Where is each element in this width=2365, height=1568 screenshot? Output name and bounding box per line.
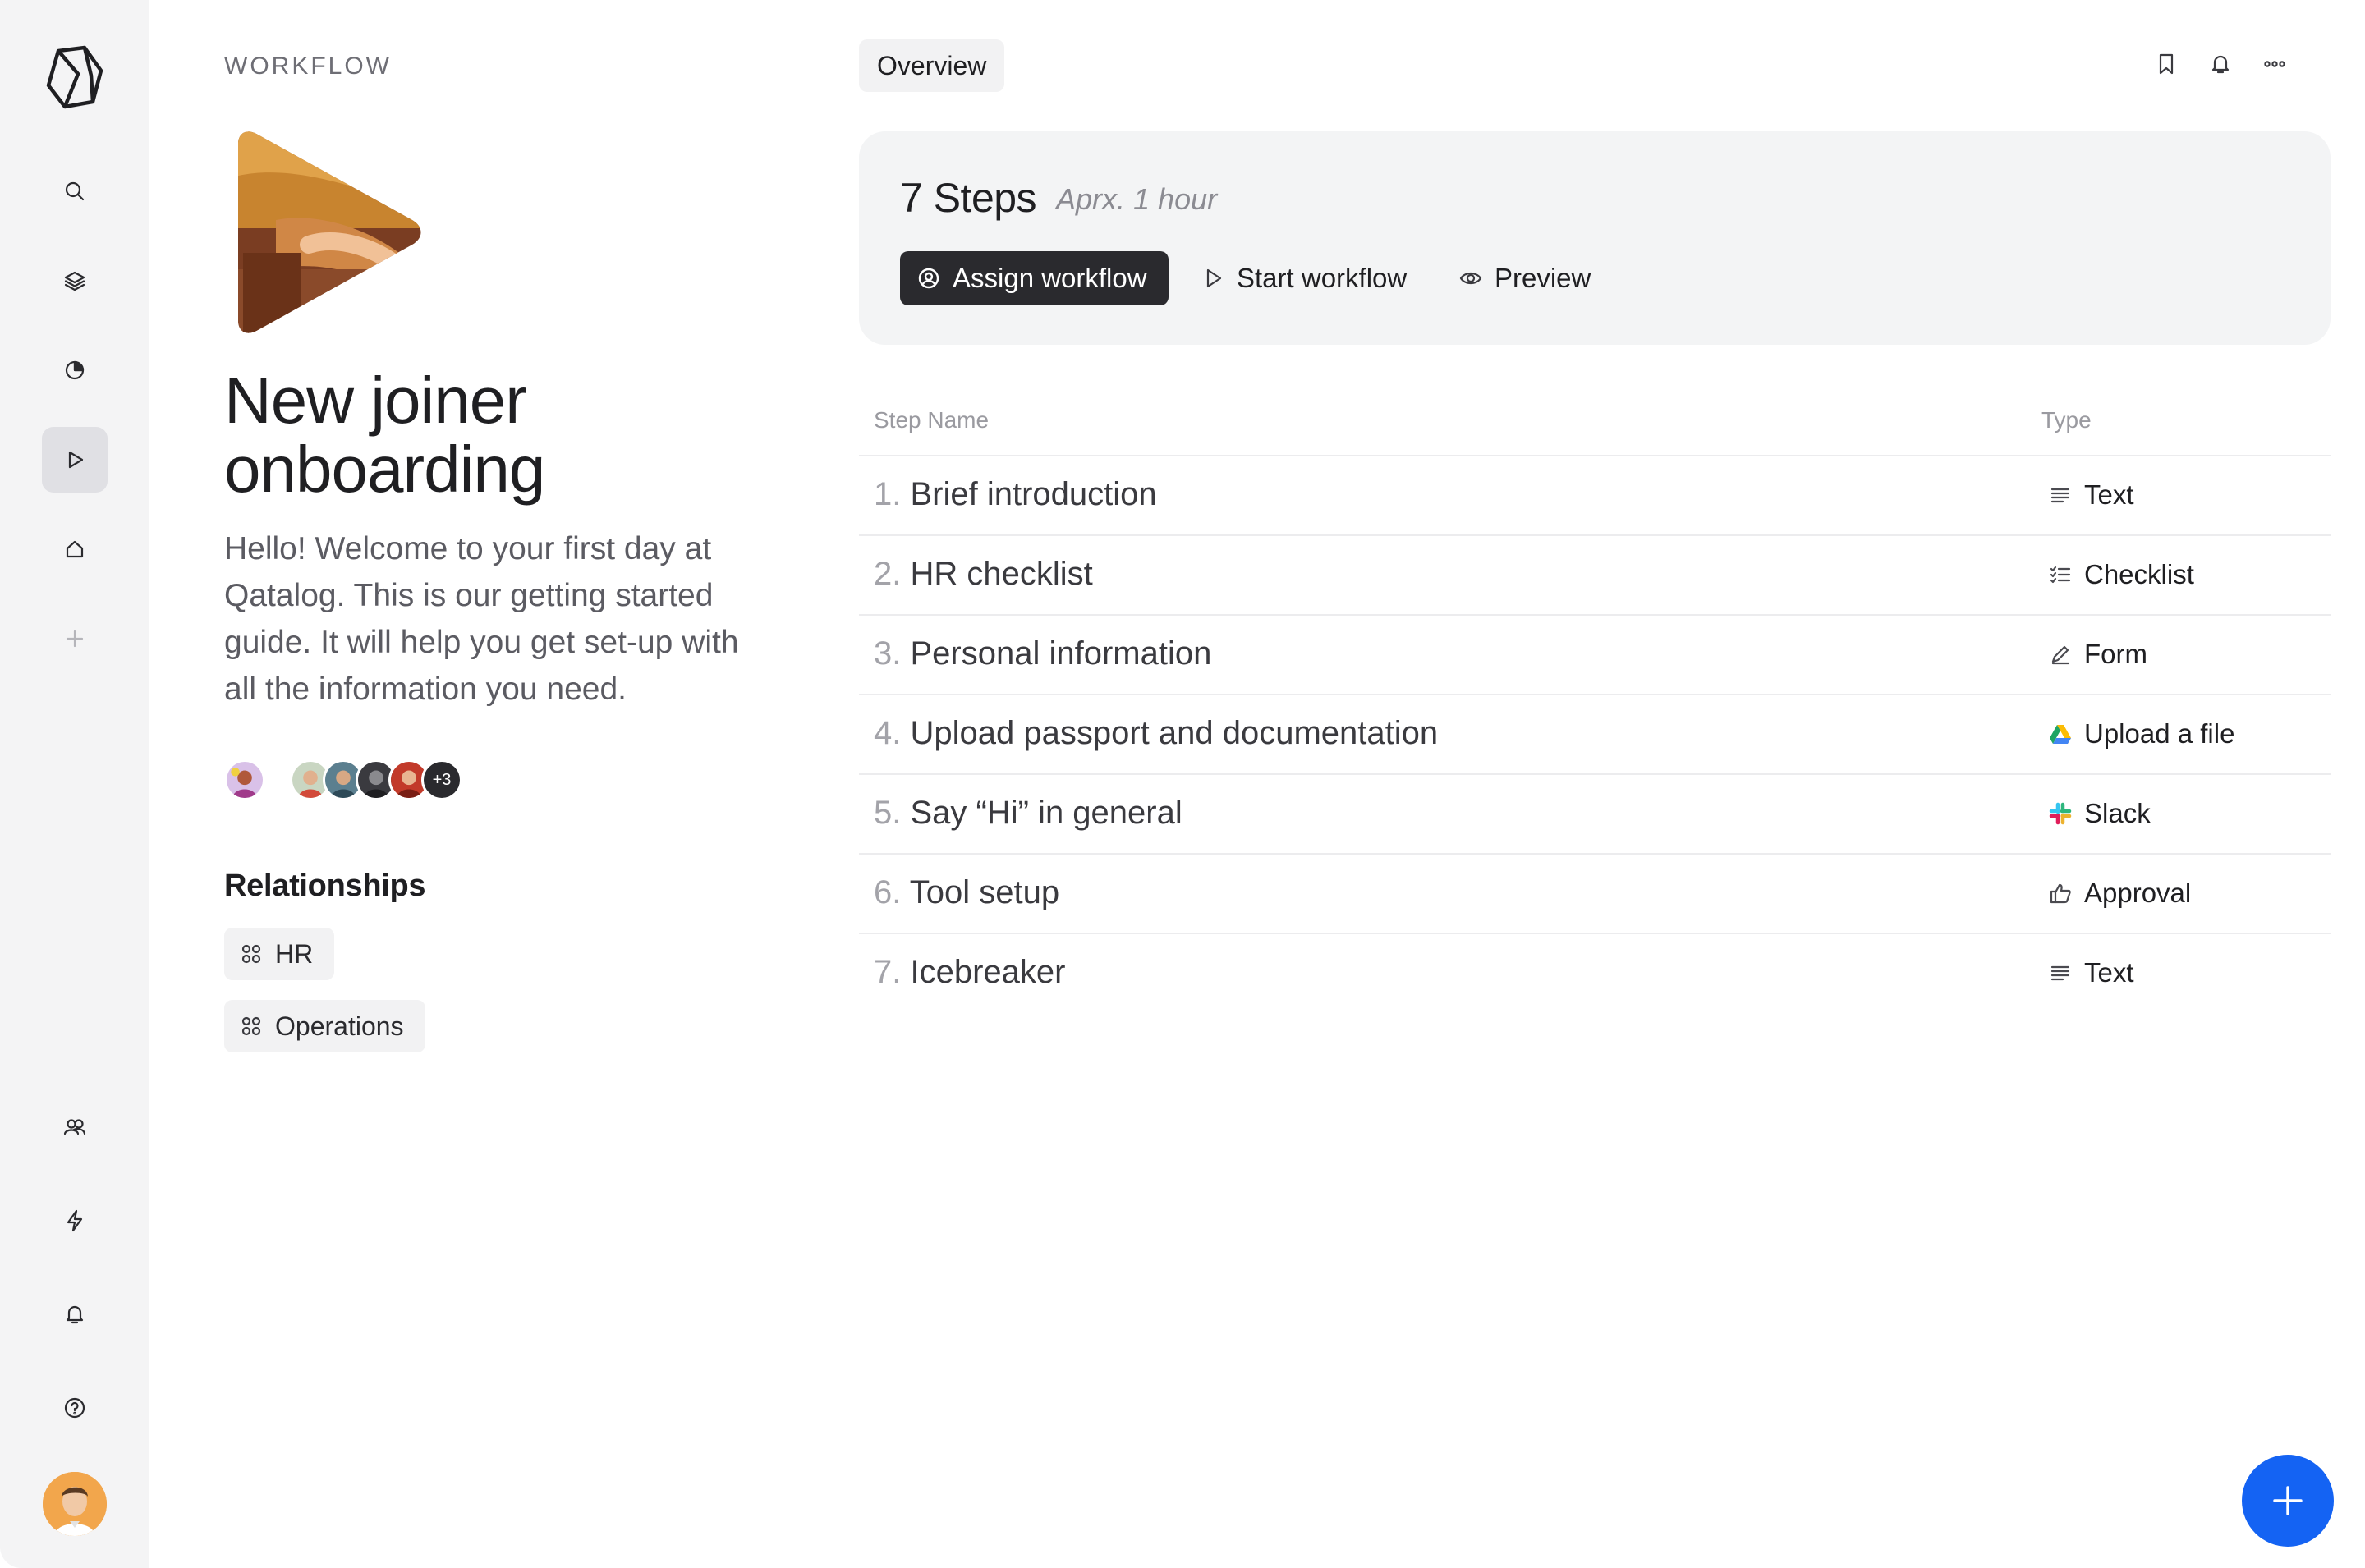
- relationship-chip-operations[interactable]: Operations: [224, 1000, 425, 1052]
- step-number: 4.: [874, 715, 902, 751]
- step-type-label: Checklist: [2084, 559, 2194, 589]
- avatar[interactable]: [224, 759, 265, 800]
- more-members-badge[interactable]: +3: [421, 759, 462, 800]
- add-step-fab[interactable]: [2242, 1455, 2334, 1547]
- start-workflow-button[interactable]: Start workflow: [1201, 251, 1407, 305]
- step-type-label: Text: [2084, 479, 2134, 510]
- step-type: Slack: [2048, 798, 2151, 829]
- step-name: 7. Icebreaker: [874, 954, 1065, 991]
- step-type-label: Approval: [2084, 878, 2192, 908]
- step-type: Text: [2048, 479, 2134, 511]
- layers-icon[interactable]: [42, 248, 108, 314]
- grid-icon: [241, 1016, 261, 1036]
- step-name: 4. Upload passport and documentation: [874, 715, 1438, 752]
- step-name: 3. Personal information: [874, 635, 1211, 672]
- plus-icon: [2273, 1486, 2303, 1515]
- search-icon[interactable]: [42, 158, 108, 224]
- page-title: New joiner onboarding: [224, 366, 799, 504]
- qatalog-logo-icon[interactable]: [42, 43, 108, 112]
- relationship-chip-hr[interactable]: HR: [224, 928, 335, 980]
- preview-label: Preview: [1495, 263, 1591, 293]
- text-lines-icon: [2050, 488, 2070, 503]
- user-avatar[interactable]: [43, 1472, 107, 1536]
- bell-icon[interactable]: [42, 1281, 108, 1347]
- table-row[interactable]: 3. Personal information Form: [859, 614, 2331, 694]
- user-circle-icon: [918, 268, 939, 289]
- table-row[interactable]: 6. Tool setup Approval: [859, 853, 2331, 933]
- step-type: Checklist: [2048, 559, 2194, 590]
- eye-icon: [1459, 272, 1482, 285]
- workflow-summary-card: 7 Steps Aprx. 1 hour Assign workflow Sta…: [859, 131, 2331, 345]
- more-icon[interactable]: [2262, 51, 2288, 81]
- step-title: Brief introduction: [910, 476, 1157, 512]
- step-title: Personal information: [910, 635, 1212, 672]
- column-header-type[interactable]: Type: [2041, 407, 2092, 433]
- assign-workflow-label: Assign workflow: [953, 263, 1147, 293]
- page-title-line-2: onboarding: [224, 433, 545, 506]
- step-number: 5.: [874, 795, 902, 831]
- step-type-label: Upload a file: [2084, 718, 2235, 749]
- table-row[interactable]: 7. Icebreaker Text: [859, 933, 2331, 1012]
- people-icon[interactable]: [42, 1094, 108, 1160]
- text-lines-icon: [2050, 965, 2070, 981]
- grid-icon: [241, 944, 261, 964]
- sidebar: [0, 0, 149, 1568]
- duration-estimate: Aprx. 1 hour: [1056, 182, 1218, 216]
- step-type: Approval: [2048, 878, 2191, 909]
- help-icon[interactable]: [42, 1375, 108, 1441]
- table-row[interactable]: 1. Brief introduction Text: [859, 455, 2331, 534]
- step-type: Upload a file: [2048, 718, 2234, 750]
- step-name: 5. Say “Hi” in general: [874, 795, 1182, 832]
- step-name: 6. Tool setup: [874, 874, 1059, 911]
- pencil-icon: [2051, 645, 2070, 665]
- page-title-line-1: New joiner: [224, 364, 527, 437]
- step-number: 6.: [874, 874, 902, 910]
- home-icon[interactable]: [42, 516, 108, 582]
- bookmark-icon[interactable]: [2153, 51, 2179, 81]
- lightning-icon[interactable]: [42, 1188, 108, 1254]
- step-number: 7.: [874, 954, 902, 990]
- plus-icon[interactable]: [42, 606, 108, 672]
- table-row[interactable]: 5. Say “Hi” in general Slack: [859, 773, 2331, 853]
- step-title: Say “Hi” in general: [910, 795, 1182, 831]
- relationship-label: HR: [275, 938, 314, 969]
- relationships-heading: Relationships: [224, 869, 426, 903]
- bell-icon[interactable]: [2207, 51, 2234, 81]
- checklist-icon: [2050, 566, 2071, 584]
- assign-workflow-button[interactable]: Assign workflow: [900, 251, 1169, 305]
- step-number: 2.: [874, 556, 902, 592]
- relationship-label: Operations: [275, 1011, 404, 1041]
- step-name: 2. HR checklist: [874, 556, 1093, 593]
- play-icon: [1206, 268, 1222, 288]
- step-number: 3.: [874, 635, 902, 672]
- tab-overview[interactable]: Overview: [859, 39, 1005, 92]
- pie-chart-icon[interactable]: [42, 337, 108, 403]
- play-icon[interactable]: [42, 427, 108, 493]
- workflow-cover-image: [227, 130, 424, 335]
- thumbs-up-icon: [2050, 883, 2071, 904]
- google-drive-icon: [2050, 725, 2071, 744]
- step-type-label: Text: [2084, 957, 2134, 988]
- step-type-label: Form: [2084, 639, 2147, 669]
- step-name: 1. Brief introduction: [874, 476, 1157, 513]
- start-workflow-label: Start workflow: [1237, 263, 1408, 293]
- top-actions: [2153, 51, 2288, 81]
- step-number: 1.: [874, 476, 902, 512]
- step-type: Form: [2048, 639, 2147, 670]
- step-type: Text: [2048, 957, 2134, 988]
- slack-icon: [2049, 802, 2072, 825]
- table-row[interactable]: 2. HR checklist Checklist: [859, 534, 2331, 614]
- steps-count: 7 Steps: [900, 175, 1037, 221]
- step-title: Icebreaker: [910, 954, 1066, 990]
- column-header-step-name[interactable]: Step Name: [874, 407, 989, 433]
- workflow-description: Hello! Welcome to your first day at Qata…: [224, 531, 739, 707]
- step-title: Upload passport and documentation: [910, 715, 1439, 751]
- step-title: HR checklist: [910, 556, 1093, 592]
- table-row[interactable]: 4. Upload passport and documentation Upl…: [859, 694, 2331, 773]
- step-title: Tool setup: [909, 874, 1060, 910]
- step-type-label: Slack: [2084, 798, 2151, 828]
- breadcrumb: WORKFLOW: [224, 53, 392, 80]
- preview-button[interactable]: Preview: [1458, 251, 1591, 305]
